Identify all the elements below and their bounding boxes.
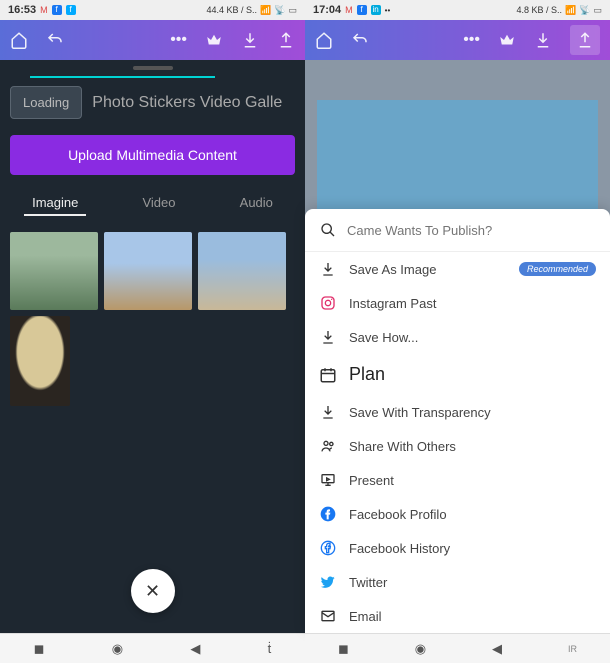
category-text[interactable]: Photo Stickers Video Galle: [92, 94, 282, 112]
plan-option[interactable]: Plan: [305, 354, 610, 395]
save-how-option[interactable]: Save How...: [305, 320, 610, 354]
share-label: Facebook Profilo: [349, 507, 447, 522]
facebook-icon: f: [357, 5, 367, 15]
net-speed: 44.4 KB / S..: [207, 5, 258, 15]
gmail-icon: M: [345, 5, 353, 15]
signal-icon: 📶: [565, 5, 576, 16]
nav-home-icon[interactable]: ◉: [415, 641, 426, 657]
download-icon: [319, 403, 337, 421]
share-sheet: Save As Image Recommended Instagram Past…: [305, 209, 610, 633]
twitter-option[interactable]: Twitter: [305, 565, 610, 599]
thumbnail[interactable]: [104, 232, 192, 310]
email-icon: [319, 607, 337, 625]
download-icon: [319, 260, 337, 278]
share-label: Save As Image: [349, 262, 436, 277]
status-time: 17:04: [313, 4, 341, 16]
home-icon[interactable]: [10, 31, 28, 49]
nav-bar: ◼ ◉ ◀ IR: [305, 633, 610, 663]
nav-home-icon[interactable]: ◉: [112, 641, 123, 657]
thumbnail[interactable]: [10, 316, 70, 406]
crown-icon[interactable]: [498, 31, 516, 49]
search-icon: [319, 221, 337, 239]
battery-icon: ▭: [288, 5, 297, 16]
recommended-badge: Recommended: [519, 262, 596, 276]
gmail-icon: M: [40, 5, 48, 15]
drag-handle[interactable]: [133, 66, 173, 70]
share-label: Plan: [349, 364, 385, 385]
facebook-history-option[interactable]: Facebook History: [305, 531, 610, 565]
share-label: Email: [349, 609, 382, 624]
phone-left: 16:53 M f f 44.4 KB / S.. 📶 📡 ▭ •••: [0, 0, 305, 663]
share-label: Save How...: [349, 330, 418, 345]
download-icon[interactable]: [241, 31, 259, 49]
tab-audio[interactable]: Audio: [232, 191, 281, 216]
search-row: [305, 209, 610, 252]
messenger-icon: f: [66, 5, 76, 15]
save-transparency-option[interactable]: Save With Transparency: [305, 395, 610, 429]
people-icon: [319, 437, 337, 455]
present-option[interactable]: Present: [305, 463, 610, 497]
share-others-option[interactable]: Share With Others: [305, 429, 610, 463]
status-time: 16:53: [8, 4, 36, 16]
nav-ir-label[interactable]: IR: [568, 644, 577, 654]
app-toolbar: •••: [0, 20, 305, 60]
nav-recent-icon[interactable]: ◼: [34, 641, 45, 657]
nav-bar: ◼ ◉ ◀ ṫ: [0, 633, 305, 663]
present-icon: [319, 471, 337, 489]
email-option[interactable]: Email: [305, 599, 610, 633]
loading-chip[interactable]: Loading: [10, 86, 82, 119]
save-as-image[interactable]: Save As Image Recommended: [305, 252, 610, 286]
nav-recent-icon[interactable]: ◼: [338, 641, 349, 657]
undo-icon[interactable]: [351, 31, 369, 49]
download-icon[interactable]: [534, 31, 552, 49]
battery-icon: ▭: [593, 5, 602, 16]
tab-image[interactable]: Imagine: [24, 191, 86, 216]
share-label: Save With Transparency: [349, 405, 491, 420]
net-speed: 4.8 KB / S..: [517, 5, 563, 15]
app-toolbar: •••: [305, 20, 610, 60]
app-icon: in: [371, 5, 381, 15]
more-icon[interactable]: •••: [170, 31, 187, 49]
crown-icon[interactable]: [205, 31, 223, 49]
undo-icon[interactable]: [46, 31, 64, 49]
signal-icon: 📶: [260, 5, 271, 16]
search-input[interactable]: [347, 223, 596, 238]
wifi-icon: 📡: [579, 5, 590, 16]
twitter-icon: [319, 573, 337, 591]
thumbnail-grid: [0, 224, 305, 414]
share-label: Present: [349, 473, 394, 488]
category-row: Loading Photo Stickers Video Galle: [0, 78, 305, 127]
dots-icon: ••: [385, 6, 391, 15]
media-tabs: Imagine Video Audio: [0, 183, 305, 224]
nav-back-icon[interactable]: ◀: [190, 641, 200, 657]
close-fab[interactable]: ✕: [131, 569, 175, 613]
share-label: Facebook History: [349, 541, 450, 556]
facebook-icon: [319, 539, 337, 557]
share-label: Share With Others: [349, 439, 456, 454]
status-bar: 17:04 M f in •• 4.8 KB / S.. 📶 📡 ▭: [305, 0, 610, 20]
more-icon[interactable]: •••: [463, 31, 480, 49]
wifi-icon: 📡: [274, 5, 285, 16]
instagram-option[interactable]: Instagram Past: [305, 286, 610, 320]
share-label: Instagram Past: [349, 296, 436, 311]
share-label: Twitter: [349, 575, 387, 590]
nav-accessibility-icon[interactable]: ṫ: [268, 641, 272, 656]
tab-video[interactable]: Video: [134, 191, 183, 216]
facebook-profile-option[interactable]: Facebook Profilo: [305, 497, 610, 531]
instagram-icon: [319, 294, 337, 312]
thumbnail[interactable]: [198, 232, 286, 310]
phone-right: 17:04 M f in •• 4.8 KB / S.. 📶 📡 ▭ •••: [305, 0, 610, 663]
home-icon[interactable]: [315, 31, 333, 49]
export-icon[interactable]: [570, 25, 600, 55]
upload-button[interactable]: Upload Multimedia Content: [10, 135, 295, 175]
close-icon: ✕: [145, 581, 160, 602]
export-icon[interactable]: [277, 31, 295, 49]
thumbnail[interactable]: [10, 232, 98, 310]
status-bar: 16:53 M f f 44.4 KB / S.. 📶 📡 ▭: [0, 0, 305, 20]
calendar-icon: [319, 366, 337, 384]
download-icon: [319, 328, 337, 346]
facebook-icon: f: [52, 5, 62, 15]
facebook-icon: [319, 505, 337, 523]
nav-back-icon[interactable]: ◀: [492, 641, 502, 657]
